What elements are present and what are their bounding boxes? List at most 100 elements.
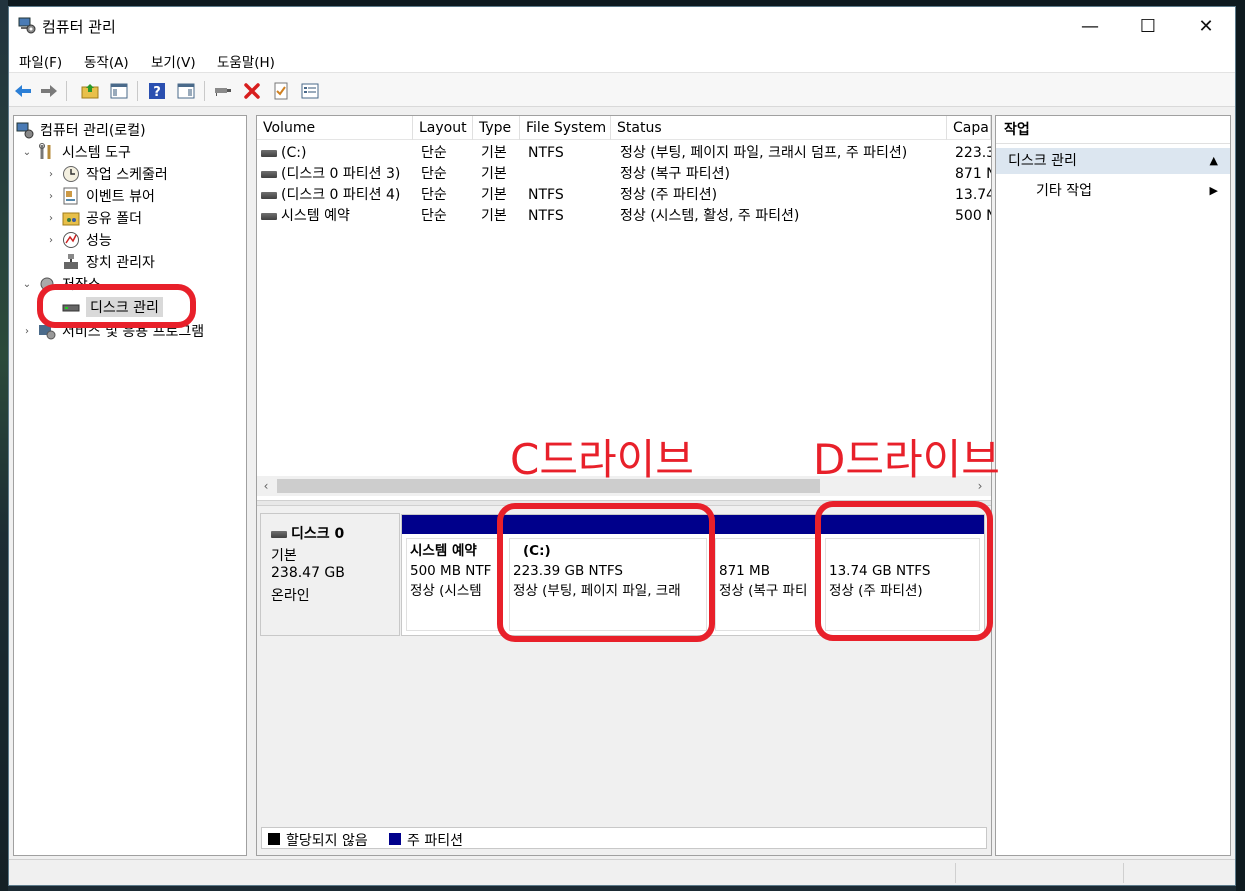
scroll-left-icon[interactable]: ‹ xyxy=(257,476,275,496)
drive-icon xyxy=(261,191,277,199)
chevron-down-icon[interactable]: ⌄ xyxy=(20,279,34,290)
actions-more-label: 기타 작업 xyxy=(1036,183,1092,199)
toolbar: ? xyxy=(9,73,1235,107)
actions-header: 작업 xyxy=(996,116,1230,144)
svg-text:?: ? xyxy=(153,85,161,100)
volume-layout: 단순 xyxy=(421,145,447,161)
column-header-volume[interactable]: Volume xyxy=(257,116,413,140)
drive-icon xyxy=(261,170,277,178)
volume-layout: 단순 xyxy=(421,208,447,224)
drive-icon xyxy=(261,212,277,220)
tree-label: 공유 폴더 xyxy=(86,211,142,227)
submenu-arrow-icon: ▶ xyxy=(1209,184,1218,197)
legend-primary: 주 파티션 xyxy=(407,833,463,849)
chevron-right-icon[interactable]: › xyxy=(44,235,58,246)
connect-icon[interactable] xyxy=(212,80,234,102)
chevron-right-icon[interactable]: › xyxy=(44,169,58,180)
collapse-up-icon[interactable]: ▲ xyxy=(1210,148,1218,174)
toolbar-separator xyxy=(137,81,138,101)
volume-file-system: NTFS xyxy=(528,145,564,161)
volume-layout: 단순 xyxy=(421,166,447,182)
shared-folder-icon xyxy=(62,209,80,227)
up-folder-icon[interactable] xyxy=(79,80,101,102)
column-header-layout[interactable]: Layout xyxy=(413,116,473,140)
volume-name: (C:) xyxy=(281,145,307,161)
status-divider xyxy=(1123,863,1124,883)
volume-status: 정상 (복구 파티션) xyxy=(620,166,730,182)
tree-item-event-viewer[interactable]: › 이벤트 뷰어 xyxy=(44,185,155,207)
chevron-right-icon[interactable]: › xyxy=(44,191,58,202)
delete-icon[interactable] xyxy=(241,80,263,102)
table-row[interactable]: 시스템 예약 단순 기본 NTFS 정상 (시스템, 활성, 주 파티션) 50… xyxy=(257,206,991,227)
back-icon[interactable] xyxy=(12,80,34,102)
menu-help[interactable]: 도움말(H) xyxy=(217,51,275,71)
menu-action[interactable]: 동작(A) xyxy=(84,51,129,71)
highlight-c-drive-partition xyxy=(497,503,715,642)
help-icon[interactable]: ? xyxy=(146,80,168,102)
actions-section-label: 디스크 관리 xyxy=(1008,153,1077,169)
volume-status: 정상 (부팅, 페이지 파일, 크래시 덤프, 주 파티션) xyxy=(620,145,908,161)
show-hide-action-icon[interactable] xyxy=(175,80,197,102)
forward-icon[interactable] xyxy=(38,80,60,102)
column-header-type[interactable]: Type xyxy=(473,116,520,140)
volume-type: 기본 xyxy=(481,166,507,182)
actions-pane: 작업 디스크 관리 ▲ 기타 작업 ▶ xyxy=(995,115,1231,856)
tree-item-computer-management[interactable]: 컴퓨터 관리(로컬) xyxy=(16,119,146,141)
annotation-d-drive: D드라이브 xyxy=(813,435,1000,484)
table-row[interactable]: (디스크 0 파티션 3) 단순 기본 정상 (복구 파티션) 871 N xyxy=(257,164,991,185)
volume-name: 시스템 예약 xyxy=(281,208,350,224)
chevron-down-icon[interactable]: ⌄ xyxy=(20,147,34,158)
volume-capacity: 500 N xyxy=(955,208,991,224)
partition-legend: 할당되지 않음 주 파티션 xyxy=(261,827,987,849)
volume-name: (디스크 0 파티션 4) xyxy=(281,187,401,203)
column-header-capacity[interactable]: Capa xyxy=(947,116,991,140)
actions-more[interactable]: 기타 작업 ▶ xyxy=(1036,178,1226,204)
primary-partition-band xyxy=(402,515,505,534)
status-bar xyxy=(9,859,1235,885)
minimize-button[interactable]: — xyxy=(1061,7,1119,45)
partition-system-reserved[interactable]: 시스템 예약 500 MB NTF 정상 (시스템 xyxy=(402,515,505,635)
tree-item-system-tools[interactable]: ⌄ 시스템 도구 xyxy=(20,141,131,163)
maximize-button[interactable]: ☐ xyxy=(1119,7,1177,45)
legend-unallocated: 할당되지 않음 xyxy=(286,833,368,849)
properties-icon[interactable] xyxy=(270,80,292,102)
close-button[interactable]: ✕ xyxy=(1177,7,1235,45)
table-row[interactable]: (디스크 0 파티션 4) 단순 기본 NTFS 정상 (주 파티션) 13.7… xyxy=(257,185,991,206)
volume-file-system: NTFS xyxy=(528,187,564,203)
navigation-tree: 컴퓨터 관리(로컬) ⌄ 시스템 도구 › 작업 스케줄러 › 이벤트 뷰어 ›… xyxy=(13,115,247,856)
partition-recovery[interactable]: 871 MB 정상 (복구 파티 xyxy=(711,515,821,635)
window-title: 컴퓨터 관리 xyxy=(42,18,116,36)
menu-file[interactable]: 파일(F) xyxy=(19,51,62,71)
tree-label: 장치 관리자 xyxy=(86,255,155,271)
volume-status: 정상 (시스템, 활성, 주 파티션) xyxy=(620,208,800,224)
list-icon[interactable] xyxy=(299,80,321,102)
column-header-status[interactable]: Status xyxy=(611,116,947,140)
partition-size: 500 MB NTF xyxy=(410,563,492,579)
menu-view[interactable]: 보기(V) xyxy=(151,51,196,71)
tree-label: 성능 xyxy=(86,233,112,249)
volume-list-header: Volume Layout Type File System Status Ca… xyxy=(257,116,991,140)
volume-type: 기본 xyxy=(481,145,507,161)
unallocated-swatch xyxy=(268,833,280,845)
volume-type: 기본 xyxy=(481,187,507,203)
column-header-file-system[interactable]: File System xyxy=(520,116,611,140)
disk-size: 238.47 GB xyxy=(271,565,345,581)
tree-item-performance[interactable]: › 성능 xyxy=(44,229,112,251)
table-row[interactable]: (C:) 단순 기본 NTFS 정상 (부팅, 페이지 파일, 크래시 덤프, … xyxy=(257,143,991,164)
show-hide-tree-icon[interactable] xyxy=(108,80,130,102)
volume-file-system xyxy=(528,164,608,185)
volume-layout: 단순 xyxy=(421,187,447,203)
actions-section-disk-management[interactable]: 디스크 관리 ▲ xyxy=(996,148,1230,174)
computer-management-icon xyxy=(16,121,34,139)
tree-item-device-manager[interactable]: 장치 관리자 xyxy=(62,251,155,273)
disk-0-info[interactable]: 디스크 0 기본 238.47 GB 온라인 xyxy=(260,513,400,636)
drive-icon xyxy=(261,149,277,157)
tree-item-shared-folders[interactable]: › 공유 폴더 xyxy=(44,207,142,229)
primary-swatch xyxy=(389,833,401,845)
title-bar[interactable]: 컴퓨터 관리 — ☐ ✕ xyxy=(9,7,1235,45)
chevron-right-icon[interactable]: › xyxy=(20,326,34,337)
tools-icon xyxy=(38,143,56,161)
chevron-right-icon[interactable]: › xyxy=(44,213,58,224)
menu-bar: 파일(F) 동작(A) 보기(V) 도움말(H) xyxy=(9,45,1235,73)
tree-item-task-scheduler[interactable]: › 작업 스케줄러 xyxy=(44,163,168,185)
